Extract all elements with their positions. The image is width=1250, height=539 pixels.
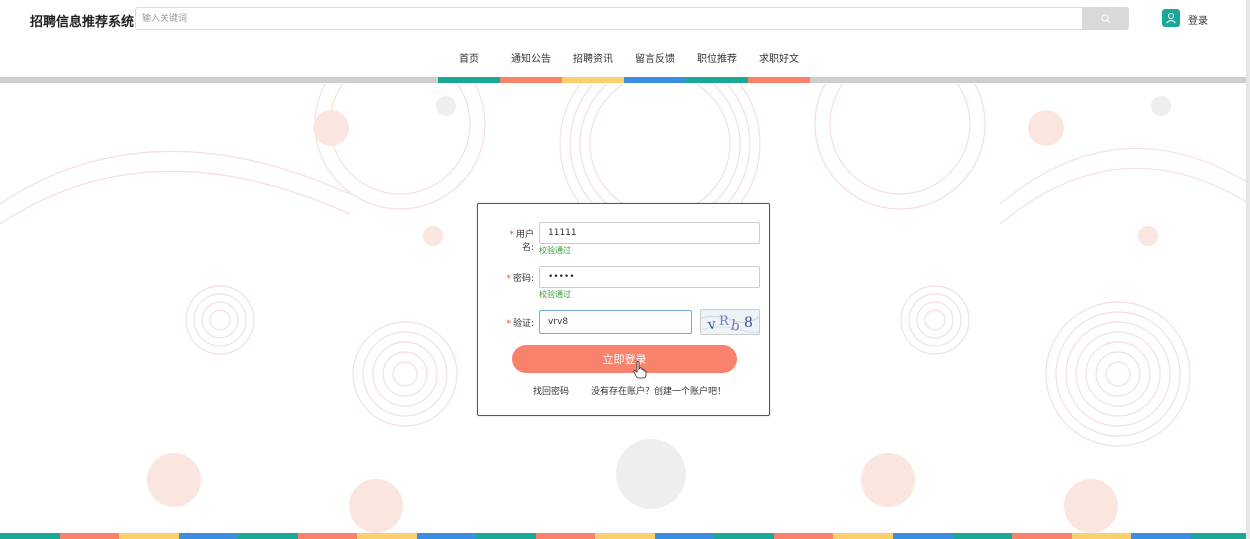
search-icon	[1101, 14, 1110, 23]
bottom-stripe-segment	[773, 533, 834, 539]
login-card: *用户名: 校验通过 *密码: 校验通过 *验证: v R b 8 立即登录 找…	[477, 203, 770, 416]
bottom-stripe-segment	[178, 533, 239, 539]
password-field[interactable]	[539, 266, 760, 288]
bottom-stripe-segment	[952, 533, 1013, 539]
nav-color-bars	[438, 77, 810, 83]
captcha-field[interactable]	[539, 310, 692, 334]
bottom-stripe-segment	[833, 533, 893, 539]
main-nav: 首页 通知公告 招聘资讯 留言反馈 职位推荐 求职好文	[438, 52, 810, 72]
captcha-image[interactable]: v R b 8	[700, 309, 760, 335]
nav-color-bar-2	[562, 77, 624, 83]
bottom-stripe-segment	[595, 533, 655, 539]
bottom-stripe-segment	[1131, 533, 1191, 539]
login-submit-button[interactable]: 立即登录	[512, 345, 737, 373]
nav-item-recruit-news[interactable]: 招聘资讯	[562, 52, 624, 72]
bottom-stripe-segment	[1190, 533, 1250, 539]
bottom-stripe-segment	[535, 533, 596, 539]
nav-item-feedback[interactable]: 留言反馈	[624, 52, 686, 72]
window-edge	[1246, 0, 1250, 539]
bottom-stripe-segment	[714, 533, 774, 539]
bottom-stripe-segment	[59, 533, 120, 539]
username-label: * 用户名:	[509, 230, 534, 253]
login-link[interactable]: 登录	[1188, 12, 1208, 27]
bottom-stripe-segment	[1012, 533, 1072, 539]
nav-color-bar-5	[748, 77, 810, 83]
bottom-stripe-segment	[297, 533, 358, 539]
search-button[interactable]	[1082, 7, 1129, 30]
nav-item-articles[interactable]: 求职好文	[748, 52, 810, 72]
nav-item-notices[interactable]: 通知公告	[500, 52, 562, 72]
username-field[interactable]	[539, 222, 760, 244]
search-input[interactable]	[135, 7, 1082, 30]
forgot-password-link[interactable]: 找回密码	[533, 384, 569, 397]
bottom-stripe-segment	[357, 533, 417, 539]
hand-cursor-icon	[633, 361, 647, 379]
bottom-stripe-segment	[0, 533, 60, 539]
bottom-stripe-segment	[416, 533, 477, 539]
bottom-stripe-segment	[892, 533, 953, 539]
header: 招聘信息推荐系统 登录 首页 通知公告 招聘资讯 留言反馈 职位推荐 求职好文	[0, 0, 1250, 84]
svg-text:R: R	[719, 314, 730, 329]
nav-color-bar-4	[686, 77, 748, 83]
nav-item-job-recommend[interactable]: 职位推荐	[686, 52, 748, 72]
user-icon[interactable]	[1162, 9, 1180, 27]
bottom-stripe-segment	[119, 533, 179, 539]
register-link[interactable]: 没有存在账户？创建一个账户吧！	[591, 384, 726, 397]
nav-item-home[interactable]: 首页	[438, 52, 500, 72]
password-hint: 校验通过	[539, 290, 571, 299]
nav-color-bar-1	[500, 77, 562, 83]
bottom-color-stripes	[0, 533, 1250, 539]
bottom-stripe-segment	[476, 533, 536, 539]
bottom-stripe-segment	[238, 533, 298, 539]
password-label: * 密码:	[506, 274, 534, 284]
captcha-label: * 验证:	[506, 319, 534, 329]
site-title: 招聘信息推荐系统	[30, 15, 135, 30]
bottom-stripe-segment	[654, 533, 715, 539]
username-hint: 校验通过	[539, 246, 571, 255]
bottom-stripe-segment	[1071, 533, 1132, 539]
nav-color-bar-3	[624, 77, 686, 83]
svg-text:8: 8	[744, 315, 753, 331]
nav-color-bar-0	[438, 77, 500, 83]
